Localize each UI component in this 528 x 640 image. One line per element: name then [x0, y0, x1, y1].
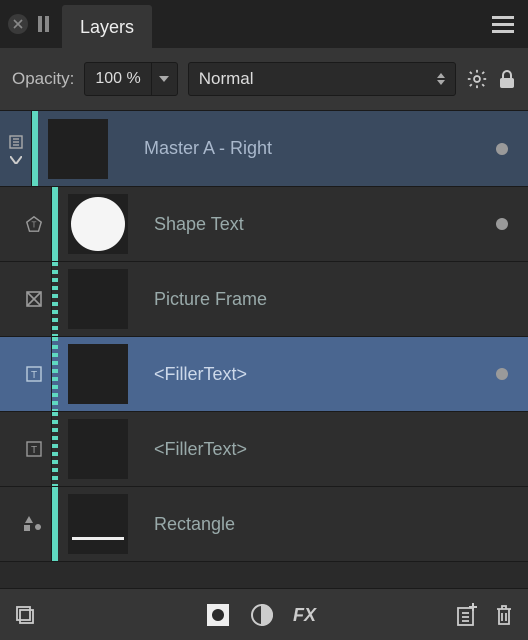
- expand-toggle-icon[interactable]: [10, 156, 22, 164]
- color-stripe: [52, 412, 58, 486]
- lock-icon[interactable]: [498, 69, 516, 89]
- layer-name: Picture Frame: [154, 289, 267, 310]
- layer-thumbnail: [68, 419, 128, 479]
- layer-row[interactable]: T Shape Text: [0, 187, 528, 262]
- layer-name: <FillerText>: [154, 364, 247, 385]
- color-stripe: [52, 487, 58, 561]
- opacity-input[interactable]: 100 %: [84, 62, 177, 96]
- layer-type-gutter: T: [0, 187, 52, 261]
- layer-type-gutter: [0, 487, 52, 561]
- layer-thumbnail: [68, 194, 128, 254]
- layer-thumbnail: [68, 344, 128, 404]
- blend-mode-select[interactable]: Normal: [188, 62, 456, 96]
- color-stripe: [52, 337, 58, 411]
- dock-icon[interactable]: [38, 16, 52, 32]
- blend-mode-value: Normal: [199, 69, 254, 89]
- layer-type-gutter: T: [0, 337, 52, 411]
- opacity-dropdown-button[interactable]: [151, 62, 177, 96]
- layer-row[interactable]: T <FillerText>: [0, 337, 528, 412]
- layer-row[interactable]: T <FillerText>: [0, 412, 528, 487]
- layer-type-gutter: T: [0, 412, 52, 486]
- layer-meta-gutter: [0, 111, 32, 186]
- text-frame-icon: T: [25, 365, 43, 383]
- layer-thumbnail: [48, 119, 108, 179]
- shapes-icon: [23, 515, 43, 533]
- fx-icon[interactable]: FX: [293, 604, 323, 626]
- color-stripe: [32, 111, 38, 186]
- layers-list: Master A - Right T Shape Text Picture Fr…: [0, 111, 528, 562]
- layer-thumbnail: [68, 494, 128, 554]
- opacity-value: 100 %: [85, 70, 150, 88]
- page-icon: [8, 134, 24, 150]
- shape-text-icon: T: [25, 215, 43, 233]
- layer-thumbnail: [68, 269, 128, 329]
- svg-text:T: T: [32, 221, 37, 230]
- visibility-toggle[interactable]: [496, 368, 508, 380]
- layer-name: <FillerText>: [154, 439, 247, 460]
- layers-tab[interactable]: Layers: [62, 5, 152, 50]
- layer-name: Rectangle: [154, 514, 235, 535]
- gear-icon[interactable]: [466, 68, 488, 90]
- layer-row-master[interactable]: Master A - Right: [0, 111, 528, 187]
- panel-menu-button[interactable]: [492, 16, 514, 33]
- layers-toolbar: Opacity: 100 % Normal: [0, 48, 528, 111]
- svg-text:T: T: [31, 445, 37, 456]
- add-layer-icon[interactable]: [456, 603, 478, 627]
- visibility-toggle[interactable]: [496, 143, 508, 155]
- layer-type-gutter: [0, 262, 52, 336]
- adjustment-icon[interactable]: [249, 602, 275, 628]
- layer-row[interactable]: Picture Frame: [0, 262, 528, 337]
- close-panel-button[interactable]: [8, 14, 28, 34]
- layer-name: Shape Text: [154, 214, 244, 235]
- panel-tabbar: Layers: [0, 0, 528, 48]
- color-stripe: [52, 262, 58, 336]
- text-frame-icon: T: [25, 440, 43, 458]
- layer-name: Master A - Right: [144, 138, 272, 159]
- svg-text:FX: FX: [293, 605, 317, 625]
- layers-footer: FX: [0, 588, 528, 640]
- layer-row[interactable]: Rectangle: [0, 487, 528, 562]
- opacity-label: Opacity:: [12, 69, 74, 89]
- visibility-toggle[interactable]: [496, 218, 508, 230]
- stepper-icon: [437, 73, 445, 85]
- auto-scroll-icon[interactable]: [14, 604, 36, 626]
- tab-label: Layers: [80, 17, 134, 37]
- color-stripe: [52, 187, 58, 261]
- trash-icon[interactable]: [494, 603, 514, 627]
- picture-frame-icon: [25, 290, 43, 308]
- mask-icon[interactable]: [205, 602, 231, 628]
- svg-text:T: T: [31, 370, 37, 381]
